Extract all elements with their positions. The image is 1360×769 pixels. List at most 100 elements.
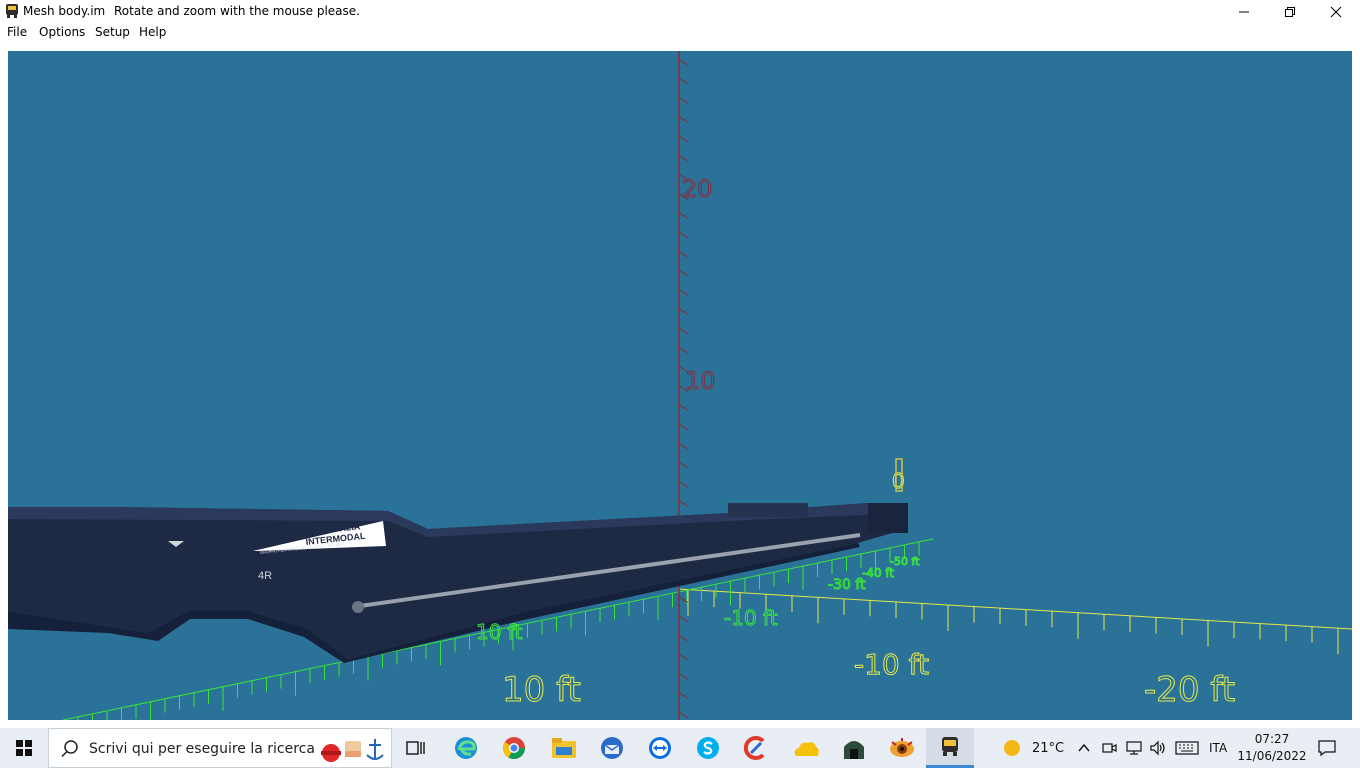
vertical-tick: [678, 423, 689, 431]
vertical-tick: [678, 212, 689, 220]
taskbar-task-view[interactable]: [392, 728, 440, 768]
taskbar-edge[interactable]: [442, 728, 490, 768]
yellow-label-minus10ft: -10 ft: [854, 648, 929, 681]
vertical-label-10: 10: [685, 367, 716, 395]
vertical-tick: [678, 116, 689, 124]
vertical-tick: [678, 269, 689, 277]
3d-viewport[interactable]: 20 10 0 MERCITALIA INTERMODAL GRUPPO FER…: [8, 51, 1352, 720]
network-icon[interactable]: [1125, 740, 1143, 756]
train-app-icon: [6, 4, 18, 18]
train-depot-icon: [844, 741, 864, 759]
tray-icons: ITA: [1077, 728, 1227, 768]
thunderbird-icon: [601, 737, 623, 759]
vertical-tick: [678, 154, 689, 162]
menu-file[interactable]: File: [7, 25, 27, 39]
meet-now-icon[interactable]: [1101, 740, 1117, 756]
taskbar-onedrive[interactable]: [782, 728, 830, 768]
sun-icon: [1004, 740, 1020, 756]
weather-widget[interactable]: 21°C: [1002, 728, 1064, 768]
vertical-tick: [678, 711, 689, 719]
clock-time: 07:27: [1254, 732, 1290, 746]
start-button[interactable]: [0, 728, 48, 768]
file-explorer-icon: [552, 738, 576, 758]
vertical-tick: [678, 634, 689, 642]
vertical-tick: [678, 96, 689, 104]
mesh-viewer-icon: [942, 736, 958, 756]
clock-date: 11/06/2022: [1237, 749, 1307, 763]
minimize-button[interactable]: [1221, 0, 1267, 23]
pipe-end: [352, 601, 364, 613]
taskbar-ccleaner[interactable]: [732, 728, 780, 768]
menu-options[interactable]: Options: [39, 25, 85, 39]
vertical-tick: [678, 135, 689, 143]
vertical-tick: [678, 327, 689, 335]
yellow-ground-axis: [677, 588, 1352, 630]
window-hint: Rotate and zoom with the mouse please.: [114, 4, 360, 18]
close-icon: [1330, 6, 1342, 17]
vertical-tick: [678, 77, 689, 85]
teamviewer-icon: [649, 737, 671, 759]
wagon-deck: [728, 503, 808, 517]
taskbar-train-depot[interactable]: [830, 728, 878, 768]
edge-icon: [455, 737, 477, 759]
input-language[interactable]: ITA: [1209, 741, 1227, 755]
search-box[interactable]: Scrivi qui per eseguire la ricerca: [48, 728, 392, 768]
volume-icon[interactable]: [1149, 740, 1167, 756]
menu-setup[interactable]: Setup: [95, 25, 130, 39]
vertical-tick: [678, 615, 689, 623]
vertical-tick: [678, 500, 689, 508]
vertical-label-0: 0: [892, 469, 905, 493]
close-button[interactable]: [1313, 0, 1359, 23]
notification-button[interactable]: [1304, 728, 1350, 768]
maximize-button[interactable]: [1267, 0, 1313, 23]
task-view-icon: [406, 741, 425, 755]
vertical-tick: [678, 442, 689, 450]
vertical-tick: [678, 346, 689, 354]
onedrive-icon: [794, 742, 819, 756]
yellow-label-minus20ft: -20 ft: [1144, 670, 1235, 710]
restore-icon: [1285, 6, 1295, 17]
taskbar-thunderbird[interactable]: [588, 728, 636, 768]
title-bar: Mesh body.im Rotate and zoom with the mo…: [0, 0, 1360, 23]
taskbar: Scrivi qui per eseguire la ricerca 21°C …: [0, 728, 1360, 768]
notification-icon: [1318, 740, 1336, 757]
green-label-minus50ft: -50 ft: [890, 555, 920, 568]
wagon-model: MERCITALIA INTERMODAL GRUPPO FERROVIE DE…: [8, 458, 908, 663]
vertical-tick: [678, 250, 689, 258]
vertical-tick: [678, 653, 689, 661]
search-icon: [61, 740, 79, 762]
weather-temperature: 21°C: [1032, 740, 1065, 756]
search-placeholder: Scrivi qui per eseguire la ricerca: [89, 741, 315, 757]
taskbar-teamviewer[interactable]: [636, 728, 684, 768]
search-highlight-icon: [317, 733, 387, 769]
vertical-tick: [678, 672, 689, 680]
taskbar-chrome[interactable]: [490, 728, 538, 768]
clock[interactable]: 07:27 11/06/2022: [1236, 731, 1308, 765]
green-label-minus40ft: -40 ft: [862, 566, 894, 580]
keyboard-icon[interactable]: [1175, 741, 1199, 755]
taskbar-mesh-viewer[interactable]: [926, 728, 974, 768]
vertical-tick: [678, 692, 689, 700]
taskbar-file-explorer[interactable]: [540, 728, 588, 768]
taskbar-eye-app[interactable]: [878, 728, 926, 768]
yellow-label-10ft: 10 ft: [502, 670, 581, 710]
vertical-tick: [678, 288, 689, 296]
wagon-buffer: [868, 503, 908, 533]
menu-bar: File Options Setup Help: [0, 23, 1360, 43]
window-title: Mesh body.im: [23, 4, 106, 18]
green-label-10ft: 10 ft: [476, 620, 522, 644]
eye-app-icon: [890, 738, 914, 757]
minimize-icon: [1239, 11, 1249, 12]
taskbar-skype[interactable]: [684, 728, 732, 768]
chrome-icon: [503, 737, 525, 759]
green-label-minus10ft: -10 ft: [724, 606, 778, 630]
yellow-axis-ticks: [687, 589, 1339, 655]
vertical-tick: [678, 58, 689, 66]
scene-canvas: 20 10 0 MERCITALIA INTERMODAL GRUPPO FER…: [8, 51, 1352, 720]
green-label-minus30ft: -30 ft: [828, 577, 866, 593]
vertical-label-20: 20: [682, 175, 713, 203]
ccleaner-icon: [743, 736, 765, 760]
menu-help[interactable]: Help: [139, 25, 166, 39]
chevron-up-icon[interactable]: [1077, 741, 1091, 755]
vertical-tick: [678, 308, 689, 316]
